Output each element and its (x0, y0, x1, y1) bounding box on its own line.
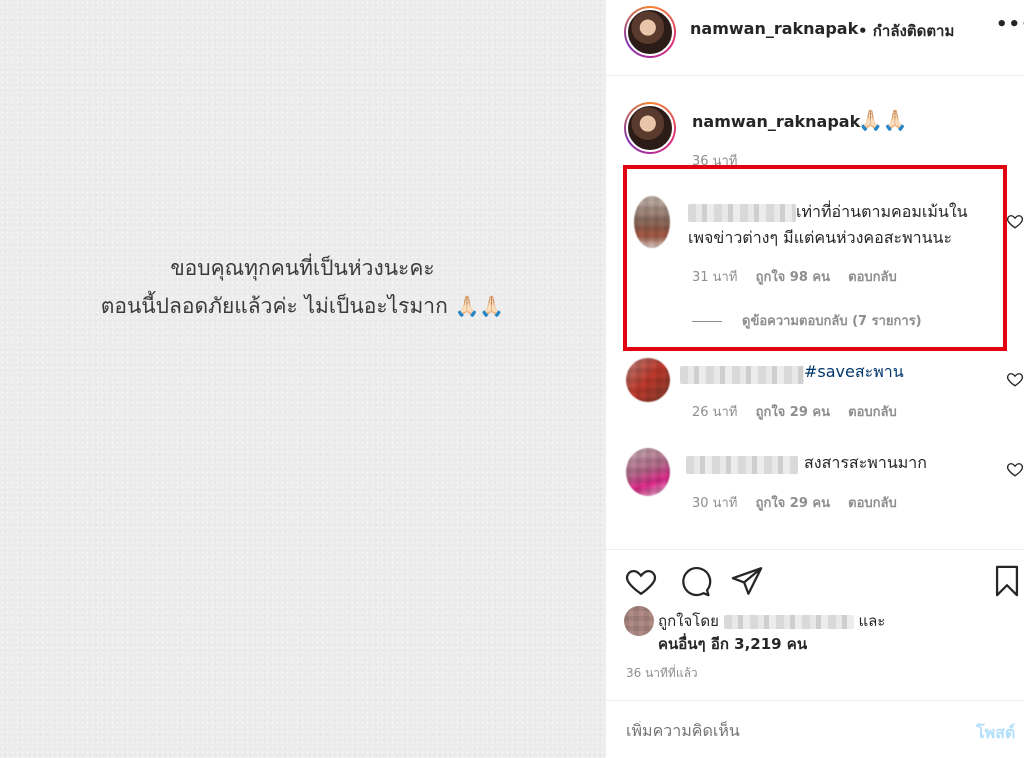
reply-button[interactable]: ตอบกลับ (848, 496, 897, 511)
liked-by-suffix: และ (858, 612, 886, 630)
author-avatar[interactable] (624, 6, 676, 58)
post-header: namwan_raknapak • กำลังติดตาม ••• (606, 0, 1024, 76)
blurred-username (680, 366, 804, 384)
comment-likes[interactable]: ถูกใจ 29 คน (756, 405, 830, 420)
caption-author-avatar-image (626, 104, 674, 152)
blurred-username (686, 456, 798, 474)
comment-time[interactable]: 31 นาที (692, 270, 737, 285)
like-heart-icon[interactable] (624, 564, 658, 598)
caption-username[interactable]: namwan_raknapak (692, 112, 860, 131)
comment-likes[interactable]: ถูกใจ 29 คน (756, 496, 830, 511)
liked-by-prefix: ถูกใจโดย (658, 612, 719, 630)
post-timestamp[interactable]: 36 นาทีที่แล้ว (626, 664, 698, 683)
bookmark-save-icon[interactable] (990, 564, 1024, 598)
share-send-icon[interactable] (730, 564, 764, 598)
add-comment-input[interactable] (626, 721, 946, 740)
caption-text: 🙏🏻🙏🏻 (858, 108, 908, 132)
reply-button[interactable]: ตอบกลับ (848, 405, 897, 420)
pray-emoji: 🙏🏻🙏🏻 (454, 294, 505, 318)
view-replies-button[interactable]: ดูข้อความตอบกลับ (7 รายการ) (692, 310, 922, 331)
comment-time[interactable]: 26 นาที (692, 405, 737, 420)
commenter-avatar[interactable] (634, 196, 670, 248)
comment-meta: 30 นาที ถูกใจ 29 คน ตอบกลับ (692, 492, 911, 513)
comment-text-line-1: เท่าที่อ่านตามคอมเม้นใน (796, 202, 968, 221)
likes-count[interactable]: คนอื่นๆ อีก 3,219 คน (658, 632, 807, 656)
view-replies-label: ดูข้อความตอบกลับ (7 รายการ) (742, 314, 922, 329)
following-status[interactable]: • กำลังติดตาม (858, 19, 954, 43)
post-side-panel: namwan_raknapak • กำลังติดตาม ••• namwan… (605, 0, 1024, 758)
image-text-line-1: ขอบคุณทุกคนที่เป็นห่วงนะคะ (170, 256, 435, 280)
post-image[interactable]: ขอบคุณทุกคนที่เป็นห่วงนะคะ ตอนนี้ปลอดภัย… (0, 0, 605, 758)
caption-author-avatar[interactable] (624, 102, 676, 154)
author-avatar-image (626, 8, 674, 56)
replies-dash (692, 321, 722, 322)
author-username[interactable]: namwan_raknapak (690, 19, 858, 38)
comment-time[interactable]: 30 นาที (692, 496, 737, 511)
comment-like-heart-icon[interactable] (1006, 460, 1024, 478)
comment-text: สงสารสะพานมาก (804, 453, 927, 472)
comment-bubble-icon[interactable] (678, 564, 712, 598)
comment-text-line-2: เพจข่าวต่างๆ มีแต่คนห่วงคอสะพานนะ (688, 228, 953, 247)
add-comment-bar: โพสต์ (606, 700, 1024, 758)
image-text-line-2: ตอนนี้ปลอดภัยแล้วค่ะ ไม่เป็นอะไรมาก 🙏🏻🙏🏻 (0, 288, 605, 324)
blurred-username (688, 204, 796, 222)
comment-likes[interactable]: ถูกใจ 98 คน (756, 270, 830, 285)
comment-hashtag[interactable]: #saveสะพาน (804, 360, 904, 384)
comment-like-heart-icon[interactable] (1006, 370, 1024, 388)
comment-like-heart-icon[interactable] (1006, 212, 1024, 230)
liked-by-line: ถูกใจโดย และ (658, 609, 885, 633)
reply-button[interactable]: ตอบกลับ (848, 270, 897, 285)
scroll-cut (606, 537, 1024, 549)
comment-meta: 26 นาที ถูกใจ 29 คน ตอบกลับ (692, 401, 911, 422)
blurred-liker-username[interactable] (723, 614, 854, 629)
liked-by-avatar[interactable] (624, 606, 654, 636)
post-comment-button[interactable]: โพสต์ (976, 721, 1015, 746)
comment-meta: 31 นาที ถูกใจ 98 คน ตอบกลับ (692, 266, 911, 287)
image-text-line-2-text: ตอนนี้ปลอดภัยแล้วค่ะ ไม่เป็นอะไรมาก (100, 294, 448, 318)
more-options-icon[interactable]: ••• (996, 14, 1024, 35)
commenter-avatar[interactable] (626, 358, 670, 402)
commenter-avatar[interactable] (626, 448, 670, 496)
